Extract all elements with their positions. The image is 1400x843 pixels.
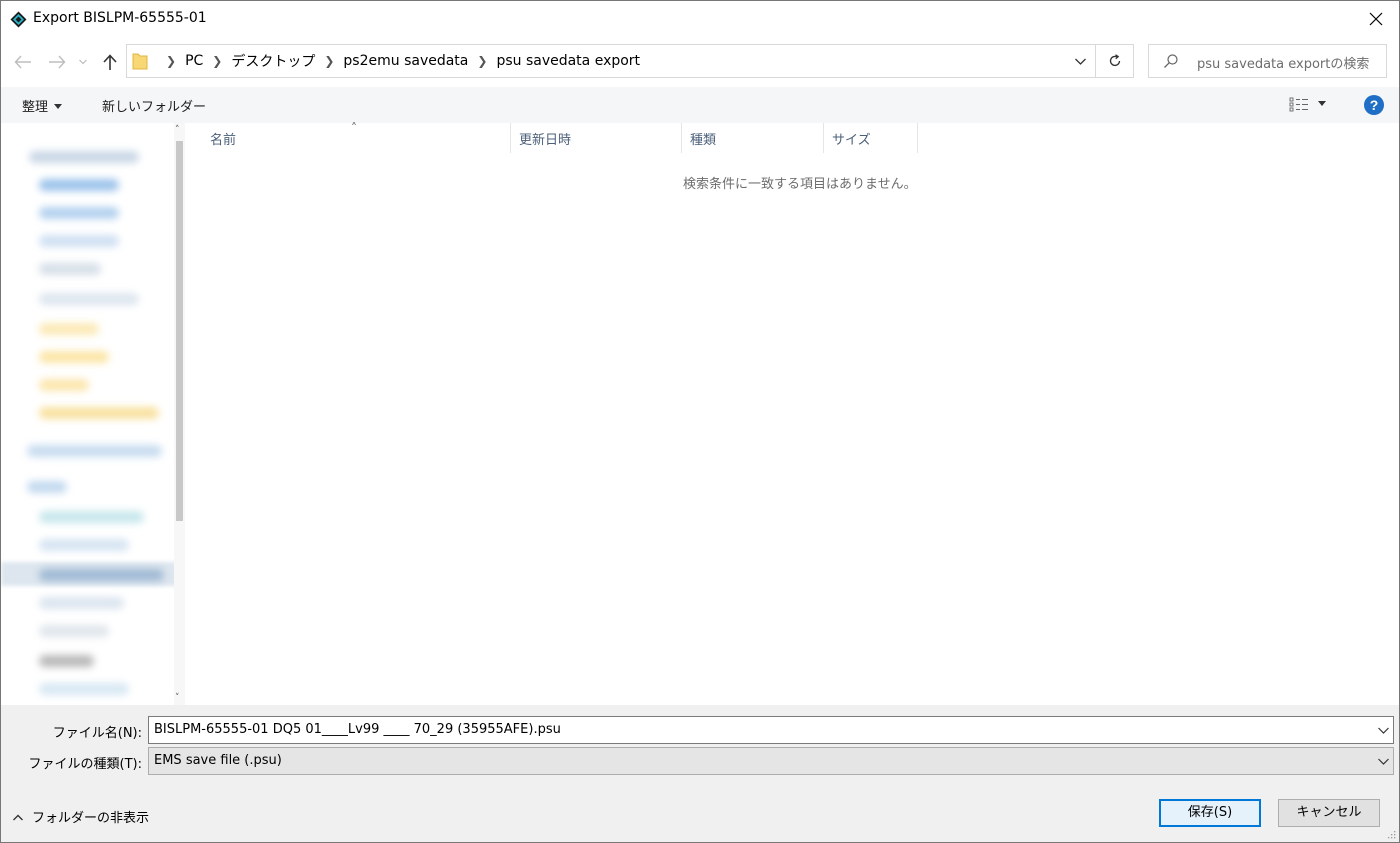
file-list[interactable]: ˄ 名前 更新日時 種類 サイズ 検索条件に一致する項目はありません。: [185, 121, 1399, 705]
up-button[interactable]: [99, 51, 121, 73]
nav-item[interactable]: [39, 263, 101, 275]
address-history-button[interactable]: [1065, 45, 1095, 77]
nav-item[interactable]: [39, 683, 129, 695]
breadcrumb-separator-icon: ❯: [166, 54, 177, 68]
breadcrumb-separator-icon[interactable]: ❯: [212, 54, 222, 68]
breadcrumb-item-psu-savedata-export[interactable]: psu savedata export: [496, 53, 640, 69]
nav-item[interactable]: [39, 293, 139, 305]
nav-item[interactable]: [39, 179, 119, 191]
refresh-icon: [1109, 54, 1121, 67]
filetype-label: ファイルの種類(T):: [28, 757, 142, 772]
breadcrumb-item-desktop[interactable]: デスクトップ: [231, 51, 315, 71]
navigation-pane-scrollbar[interactable]: ˄ ˅: [174, 123, 185, 705]
nav-item[interactable]: [39, 569, 164, 581]
breadcrumb-item-pc[interactable]: PC: [185, 53, 203, 69]
nav-item[interactable]: [29, 151, 139, 163]
arrow-left-icon: [14, 55, 31, 69]
breadcrumb: ❯ PC ❯ デスクトップ ❯ ps2emu savedata ❯ psu sa…: [157, 45, 640, 77]
nav-item[interactable]: [39, 597, 124, 609]
filename-field[interactable]: BISLPM-65555-01 DQ5 01____Lv99 ____ 70_2…: [148, 716, 1394, 744]
refresh-button[interactable]: [1095, 45, 1134, 77]
app-icon: [10, 11, 27, 28]
details-view-icon: [1289, 97, 1308, 112]
nav-item[interactable]: [39, 323, 99, 335]
window-title: Export BISLPM-65555-01: [33, 10, 207, 26]
nav-item[interactable]: [27, 445, 162, 457]
organize-label: 整理: [22, 100, 49, 115]
column-header-size[interactable]: サイズ: [824, 123, 918, 153]
breadcrumb-item-ps2emu-savedata[interactable]: ps2emu savedata: [343, 53, 468, 69]
hide-folders-label: フォルダーの非表示: [32, 811, 150, 826]
nav-item[interactable]: [39, 407, 159, 419]
resize-grip-icon[interactable]: [1386, 829, 1396, 839]
filetype-dropdown-button[interactable]: [1373, 748, 1393, 774]
arrow-right-icon: [49, 55, 66, 69]
column-header-name[interactable]: 名前: [202, 123, 511, 153]
organize-menu-button[interactable]: 整理: [22, 96, 63, 115]
search-input[interactable]: psu savedata exportの検索: [1197, 53, 1369, 72]
back-button[interactable]: [12, 51, 34, 73]
caret-down-icon: [1318, 101, 1326, 106]
scrollbar-thumb[interactable]: [176, 141, 183, 521]
recent-locations-button[interactable]: [76, 51, 90, 73]
nav-item[interactable]: [27, 481, 67, 493]
navigation-pane[interactable]: ˄ ˅: [1, 123, 185, 705]
address-bar[interactable]: ❯ PC ❯ デスクトップ ❯ ps2emu savedata ❯ psu sa…: [126, 44, 1134, 78]
column-header-type[interactable]: 種類: [682, 123, 824, 153]
nav-item[interactable]: [39, 379, 89, 391]
search-icon: [1164, 54, 1178, 68]
nav-item[interactable]: [39, 655, 94, 667]
chevron-down-icon: [79, 59, 87, 65]
cancel-button[interactable]: キャンセル: [1278, 799, 1380, 827]
filename-value: BISLPM-65555-01 DQ5 01____Lv99 ____ 70_2…: [154, 722, 561, 737]
caret-down-icon: [54, 104, 63, 109]
nav-item[interactable]: [39, 539, 129, 551]
save-button[interactable]: 保存(S): [1159, 799, 1261, 827]
command-bar: 整理 新しいフォルダー: [1, 87, 1399, 123]
filetype-value: EMS save file (.psu): [154, 753, 282, 768]
close-icon: [1369, 12, 1383, 26]
scroll-up-icon[interactable]: ˄: [175, 125, 180, 135]
change-view-button[interactable]: [1288, 96, 1332, 114]
help-button[interactable]: ?: [1364, 95, 1384, 115]
folder-icon: [132, 53, 148, 70]
search-box[interactable]: psu savedata exportの検索: [1148, 44, 1387, 78]
nav-item[interactable]: [39, 625, 109, 637]
scroll-down-icon[interactable]: ˅: [175, 693, 180, 703]
new-folder-button[interactable]: 新しいフォルダー: [102, 96, 206, 115]
forward-button[interactable]: [46, 51, 68, 73]
chevron-down-icon: [1377, 727, 1389, 734]
breadcrumb-separator-icon[interactable]: ❯: [477, 54, 487, 68]
filename-history-button[interactable]: [1373, 717, 1393, 743]
chevron-down-icon: [1377, 758, 1389, 765]
arrow-up-icon: [103, 53, 117, 70]
nav-item[interactable]: [39, 235, 119, 247]
save-dialog: Export BISLPM-65555-01 ❯ PC ❯ デスクトップ ❯ p…: [0, 0, 1400, 843]
filename-label: ファイル名(N):: [52, 726, 142, 741]
filetype-select[interactable]: EMS save file (.psu): [148, 747, 1394, 775]
chevron-up-icon: [13, 814, 23, 821]
chevron-down-icon: [1074, 58, 1086, 65]
nav-item[interactable]: [39, 511, 144, 523]
breadcrumb-separator-icon[interactable]: ❯: [324, 54, 334, 68]
navigation-row: ❯ PC ❯ デスクトップ ❯ ps2emu savedata ❯ psu sa…: [1, 39, 1399, 85]
nav-item[interactable]: [39, 207, 119, 219]
empty-folder-message: 検索条件に一致する項目はありません。: [683, 177, 917, 192]
hide-folders-button[interactable]: フォルダーの非表示: [13, 807, 149, 826]
save-options-panel: ファイル名(N): BISLPM-65555-01 DQ5 01____Lv99…: [1, 705, 1399, 842]
title-bar: Export BISLPM-65555-01: [1, 1, 1399, 37]
close-button[interactable]: [1353, 1, 1399, 37]
nav-item[interactable]: [39, 351, 109, 363]
column-header-date-modified[interactable]: 更新日時: [511, 123, 682, 153]
